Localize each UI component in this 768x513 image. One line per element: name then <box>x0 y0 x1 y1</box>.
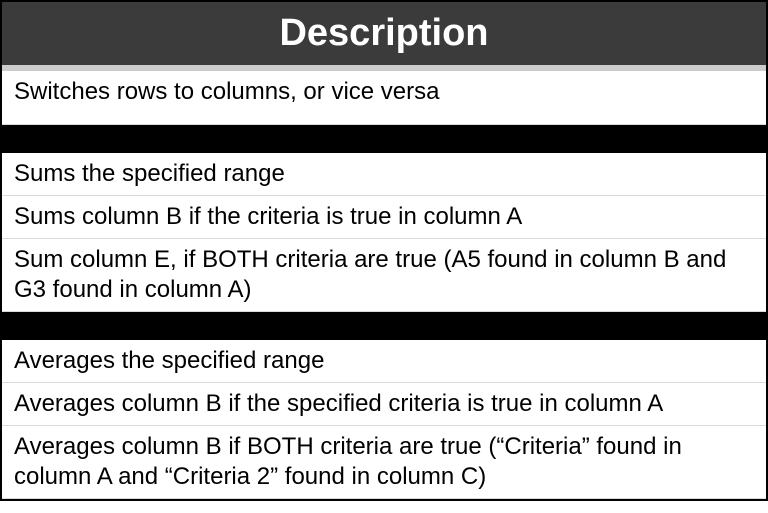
table-row: Sums column B if the criteria is true in… <box>2 196 766 239</box>
table-row: Averages column B if BOTH criteria are t… <box>2 426 766 499</box>
section-break <box>2 125 766 153</box>
table-row: Switches rows to columns, or vice versa <box>2 71 766 125</box>
cell-text: Sum column E, if BOTH criteria are true … <box>14 246 726 303</box>
cell-text: Averages the specified range <box>14 347 324 374</box>
table-row: Averages the specified range <box>2 340 766 383</box>
cell-text: Averages column B if BOTH criteria are t… <box>14 433 682 490</box>
table-row: Sums the specified range <box>2 153 766 196</box>
table-row: Averages column B if the specified crite… <box>2 383 766 426</box>
section-break <box>2 312 766 340</box>
cell-text: Sums column B if the criteria is true in… <box>14 203 522 230</box>
header-title: Description <box>279 12 488 54</box>
table-header: Description <box>2 2 766 71</box>
description-table: Description Switches rows to columns, or… <box>0 0 768 501</box>
cell-text: Switches rows to columns, or vice versa <box>14 78 439 105</box>
cell-text: Averages column B if the specified crite… <box>14 390 663 417</box>
table-row: Sum column E, if BOTH criteria are true … <box>2 239 766 312</box>
cell-text: Sums the specified range <box>14 160 285 187</box>
